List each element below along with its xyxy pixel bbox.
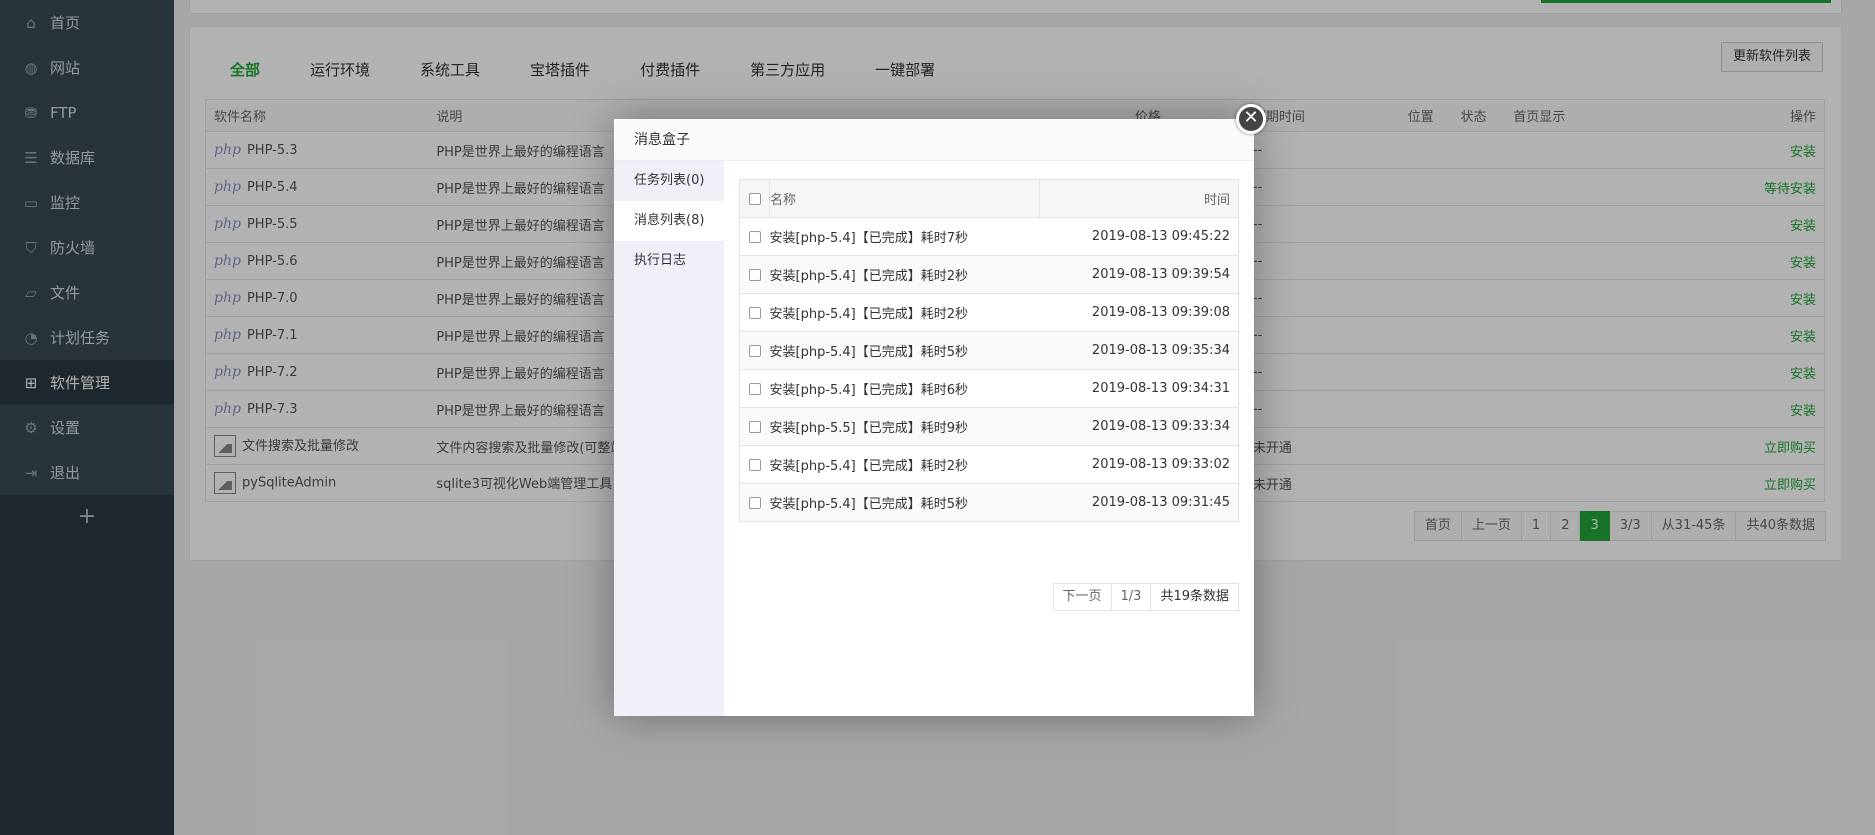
checkbox-icon[interactable] bbox=[748, 458, 761, 471]
checkbox-icon[interactable] bbox=[748, 382, 761, 395]
message-name: 安装[php-5.4]【已完成】耗时2秒 bbox=[769, 293, 1040, 332]
message-row: 安装[php-5.4]【已完成】耗时5秒 2019-08-13 09:35:34 bbox=[739, 331, 1240, 370]
dialog-tab-1[interactable]: 消息列表(8) bbox=[614, 201, 724, 241]
dialog-side-nav: 任务列表(0) 消息列表(8) 执行日志 bbox=[614, 161, 724, 716]
select-all-checkbox[interactable] bbox=[739, 179, 770, 218]
message-table: 名称 时间 安装[php-5.4]【已完成】耗时7秒 2019-08-13 09:… bbox=[739, 179, 1240, 522]
message-row: 安装[php-5.4]【已完成】耗时2秒 2019-08-13 09:33:02 bbox=[739, 445, 1240, 484]
message-row: 安装[php-5.4]【已完成】耗时6秒 2019-08-13 09:34:31 bbox=[739, 369, 1240, 408]
dialog-body: 名称 时间 安装[php-5.4]【已完成】耗时7秒 2019-08-13 09:… bbox=[724, 161, 1254, 716]
dialog-pager-item[interactable]: 下一页 bbox=[1052, 583, 1112, 611]
message-row: 安装[php-5.4]【已完成】耗时2秒 2019-08-13 09:39:54 bbox=[739, 255, 1240, 294]
dialog-pagination: 下一页 1/3 共19条数据 bbox=[1052, 583, 1239, 611]
dialog-tab-2[interactable]: 执行日志 bbox=[614, 241, 724, 281]
row-checkbox[interactable] bbox=[739, 217, 770, 256]
message-name: 安装[php-5.4]【已完成】耗时2秒 bbox=[769, 255, 1040, 294]
message-time: 2019-08-13 09:33:02 bbox=[1039, 445, 1240, 484]
row-checkbox[interactable] bbox=[739, 483, 770, 522]
message-row: 安装[php-5.4]【已完成】耗时2秒 2019-08-13 09:39:08 bbox=[739, 293, 1240, 332]
checkbox-icon[interactable] bbox=[748, 496, 761, 509]
checkbox-icon[interactable] bbox=[748, 306, 761, 319]
checkbox-icon[interactable] bbox=[748, 230, 761, 243]
checkbox-icon[interactable] bbox=[748, 344, 761, 357]
row-checkbox[interactable] bbox=[739, 407, 770, 446]
message-name: 安装[php-5.4]【已完成】耗时5秒 bbox=[769, 483, 1040, 522]
message-row: 安装[php-5.4]【已完成】耗时5秒 2019-08-13 09:31:45 bbox=[739, 483, 1240, 522]
column-header-name: 名称 bbox=[769, 179, 1040, 218]
message-name: 安装[php-5.4]【已完成】耗时2秒 bbox=[769, 445, 1040, 484]
dialog-title: 消息盒子 bbox=[614, 119, 1254, 161]
row-checkbox[interactable] bbox=[739, 445, 770, 484]
message-name: 安装[php-5.4]【已完成】耗时7秒 bbox=[769, 217, 1040, 256]
message-row: 安装[php-5.4]【已完成】耗时7秒 2019-08-13 09:45:22 bbox=[739, 217, 1240, 256]
message-time: 2019-08-13 09:39:08 bbox=[1039, 293, 1240, 332]
message-time: 2019-08-13 09:34:31 bbox=[1039, 369, 1240, 408]
message-name: 安装[php-5.4]【已完成】耗时6秒 bbox=[769, 369, 1040, 408]
message-name: 安装[php-5.5]【已完成】耗时9秒 bbox=[769, 407, 1040, 446]
dialog-tab-0[interactable]: 任务列表(0) bbox=[614, 161, 724, 201]
row-checkbox[interactable] bbox=[739, 369, 770, 408]
close-icon[interactable]: ✕ bbox=[1236, 104, 1266, 134]
checkbox-icon[interactable] bbox=[748, 420, 761, 433]
message-name: 安装[php-5.4]【已完成】耗时5秒 bbox=[769, 331, 1040, 370]
checkbox-icon[interactable] bbox=[748, 268, 761, 281]
row-checkbox[interactable] bbox=[739, 331, 770, 370]
dialog-pager-item: 1/3 bbox=[1111, 583, 1152, 611]
message-time: 2019-08-13 09:35:34 bbox=[1039, 331, 1240, 370]
row-checkbox[interactable] bbox=[739, 293, 770, 332]
message-time: 2019-08-13 09:39:54 bbox=[1039, 255, 1240, 294]
message-box-dialog: 消息盒子 ✕ 任务列表(0) 消息列表(8) 执行日志 名称 时间 安装[php-5… bbox=[614, 104, 1266, 716]
dialog-pager-item: 共19条数据 bbox=[1151, 583, 1239, 611]
message-row: 安装[php-5.5]【已完成】耗时9秒 2019-08-13 09:33:34 bbox=[739, 407, 1240, 446]
column-header-time: 时间 bbox=[1038, 179, 1240, 218]
message-time: 2019-08-13 09:45:22 bbox=[1039, 217, 1240, 256]
row-checkbox[interactable] bbox=[739, 255, 770, 294]
message-time: 2019-08-13 09:31:45 bbox=[1039, 483, 1240, 522]
message-time: 2019-08-13 09:33:34 bbox=[1039, 407, 1240, 446]
